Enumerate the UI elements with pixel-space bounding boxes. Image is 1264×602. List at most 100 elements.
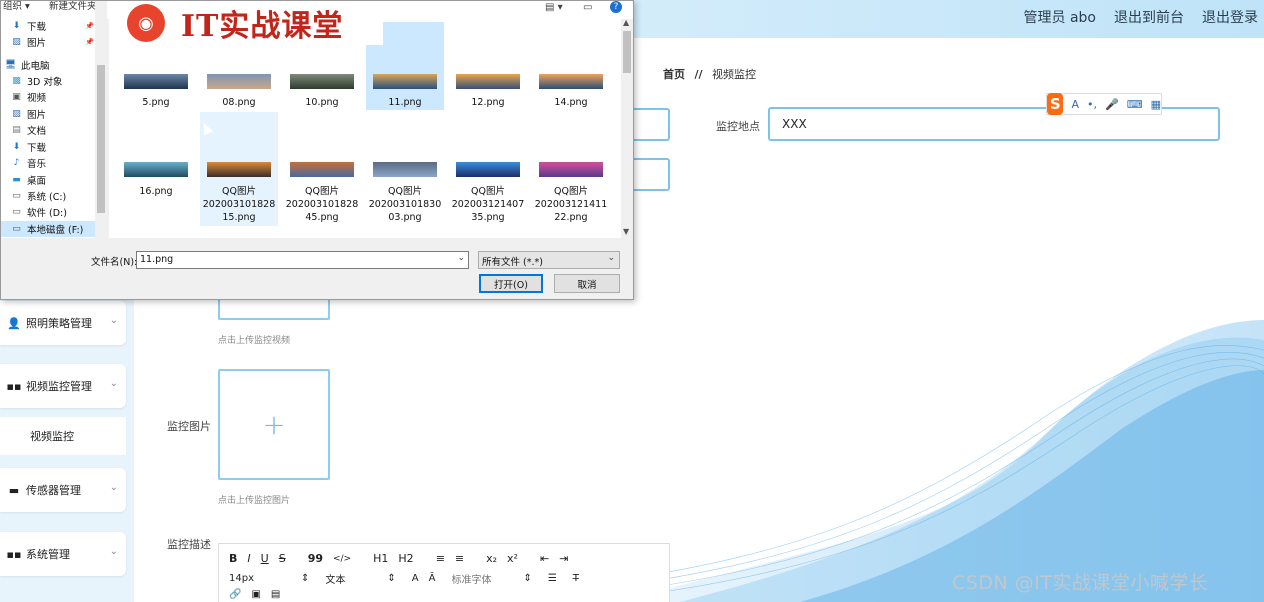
strike-button[interactable]: S (279, 552, 286, 565)
sidebar-subitem-video-monitor[interactable]: 视频监控 (0, 417, 126, 455)
keyboard-icon[interactable]: ⌨ (1127, 98, 1143, 111)
quote-button[interactable]: 99 (308, 552, 323, 565)
filetype-select[interactable]: 所有文件 (*.*) ⌄ (478, 251, 620, 269)
new-folder-button[interactable]: 新建文件夹 (49, 1, 97, 12)
image-upload-box[interactable]: + (218, 369, 330, 480)
ordered-list-button[interactable]: ≡ (436, 552, 445, 565)
nav-item[interactable]: ▭ 软件 (D:) (11, 205, 67, 219)
nav-item[interactable]: 🖥 此电脑 (5, 58, 50, 72)
image-thumbnail (124, 162, 188, 177)
image-thumbnail (124, 74, 188, 89)
sidebar-item-sensor[interactable]: ▬ 传感器管理 ⌄ (0, 468, 126, 512)
nav-item-label: 下载 (27, 143, 47, 154)
image-thumbnail (373, 162, 437, 177)
block-type-select[interactable]: 文本 (325, 571, 377, 586)
font-family-select[interactable]: 标准字体 (451, 571, 513, 586)
description-label: 监控描述 (167, 538, 211, 551)
nav-item[interactable]: ▨ 图片 (11, 107, 46, 121)
breadcrumb-separator: // (694, 68, 703, 81)
filename-value: 11.png (140, 254, 174, 265)
punct-icon[interactable]: •, (1087, 98, 1097, 111)
file-name: 5.png (142, 97, 170, 108)
bold-button[interactable]: B (229, 552, 237, 565)
breadcrumb-home[interactable]: 首页 (663, 68, 685, 81)
file-tile[interactable]: QQ图片 202003121407 35.png (449, 112, 527, 226)
file-tile[interactable]: 12.png (449, 22, 527, 110)
background-color-icon[interactable]: Ā (429, 573, 436, 584)
organize-menu[interactable]: 组织 ▾ (3, 1, 30, 12)
sogou-logo-icon[interactable]: S (1047, 93, 1064, 115)
bullet-list-button[interactable]: ≡ (455, 552, 464, 565)
image-icon[interactable]: ▣ (251, 589, 260, 600)
back-to-front-link[interactable]: 退出到前台 (1114, 7, 1184, 27)
font-family-arrow-icon: ⇕ (523, 573, 532, 584)
heading2-button[interactable]: H2 (398, 552, 413, 565)
chevron-down-icon: ⌄ (109, 378, 118, 389)
open-button[interactable]: 打开(O) (479, 274, 543, 293)
sidebar-item-video-management[interactable]: ▪▪ 视频监控管理 ⌄ (0, 364, 126, 408)
nav-item[interactable]: ▨ 图片 📌 (11, 35, 93, 49)
view-toggle-icon[interactable]: ▤ ▾ (545, 2, 563, 13)
nav-item[interactable]: ▤ 文档 (11, 123, 46, 137)
file-name: QQ图片 202003121407 35.png (451, 186, 525, 223)
align-icon[interactable]: ☰ (548, 573, 557, 584)
block-type-arrow-icon: ⇕ (387, 573, 396, 584)
nav-item[interactable]: ▣ 视频 (11, 90, 46, 104)
file-name: 14.png (554, 97, 588, 108)
nav-item[interactable]: ▩ 3D 对象 (11, 74, 62, 88)
computer-icon: 🖥 (4, 60, 17, 70)
link-icon[interactable]: 🔗 (229, 589, 241, 600)
code-button[interactable]: </> (333, 554, 351, 564)
nav-item[interactable]: ⬇ 下载 📌 (11, 19, 94, 33)
clear-format-icon[interactable]: T̶ (573, 573, 579, 584)
file-tile[interactable]: QQ图片 202003101830 03.png (366, 112, 444, 226)
indent-button[interactable]: ⇥ (559, 552, 568, 565)
superscript-button[interactable]: x² (507, 552, 518, 565)
file-list-pane: 5.png 08.png 10.png 11.png 12.png 14.png 16.pn… (109, 19, 621, 238)
font-size-select[interactable]: 14px (229, 573, 291, 584)
header-links: 管理员 abo 退出到前台 退出登录 (1024, 7, 1258, 27)
scroll-down-icon[interactable]: ▼ (623, 227, 629, 236)
font-a-icon[interactable]: A (1071, 98, 1079, 111)
file-name: 10.png (305, 97, 339, 108)
file-tile[interactable]: QQ图片 202003121411 22.png (532, 112, 610, 226)
cancel-button[interactable]: 取消 (554, 274, 620, 293)
logout-link[interactable]: 退出登录 (1202, 7, 1258, 27)
chevron-down-icon[interactable]: ⌄ (457, 253, 465, 263)
nav-item-label: 桌面 (27, 176, 47, 187)
sidebar-item-lighting[interactable]: 👤 照明策略管理 ⌄ (0, 301, 126, 345)
nav-item[interactable]: ♪ 音乐 (11, 156, 46, 170)
nav-item[interactable]: ▬ 桌面 (11, 173, 46, 187)
italic-button[interactable]: I (247, 552, 250, 565)
sidebar-item-system[interactable]: ▪▪ 系统管理 ⌄ (0, 532, 126, 576)
microphone-icon[interactable]: 🎤 (1105, 98, 1119, 111)
nav-item[interactable]: ▭ 系统 (C:) (11, 189, 66, 203)
file-list-scrollbar-thumb[interactable] (623, 31, 631, 73)
subscript-button[interactable]: x₂ (486, 552, 497, 565)
file-tile[interactable]: 14.png (532, 22, 610, 110)
help-icon[interactable]: ? (610, 1, 622, 13)
admin-user-link[interactable]: 管理员 abo (1024, 7, 1096, 27)
video-upload-box[interactable] (218, 298, 330, 320)
file-tile[interactable]: 16.png (117, 112, 195, 226)
nav-item-label: 音乐 (27, 159, 47, 170)
file-tile[interactable]: QQ图片 202003101828 45.png (283, 112, 361, 226)
picture-icon: ▨ (12, 109, 21, 119)
rich-text-editor[interactable]: B I U S 99 </> H1 H2 ≡ ≡ x₂ x² ⇤ ⇥ 14px … (218, 543, 670, 602)
nav-item[interactable]: ⬇ 下载 (11, 140, 46, 154)
underline-button[interactable]: U (261, 552, 269, 565)
filename-input[interactable]: 11.png ⌄ (136, 251, 469, 269)
video-icon[interactable]: ▤ (271, 589, 280, 600)
nav-scrollbar-thumb[interactable] (97, 65, 105, 213)
heading1-button[interactable]: H1 (373, 552, 388, 565)
nav-scrollbar[interactable] (95, 1, 107, 238)
font-color-icon[interactable]: A (412, 573, 419, 584)
scroll-up-icon[interactable]: ▲ (623, 18, 629, 27)
nav-item[interactable]: ▭ 本地磁盘 (F:) (1, 221, 107, 237)
grid-icon: ▪▪ (6, 547, 22, 561)
file-name: 08.png (222, 97, 256, 108)
apps-grid-icon[interactable]: ▦ (1151, 98, 1161, 111)
outdent-button[interactable]: ⇤ (540, 552, 549, 565)
file-list-scrollbar[interactable]: ▲ ▼ (621, 18, 633, 238)
preview-pane-icon[interactable]: ▭ (583, 2, 592, 13)
